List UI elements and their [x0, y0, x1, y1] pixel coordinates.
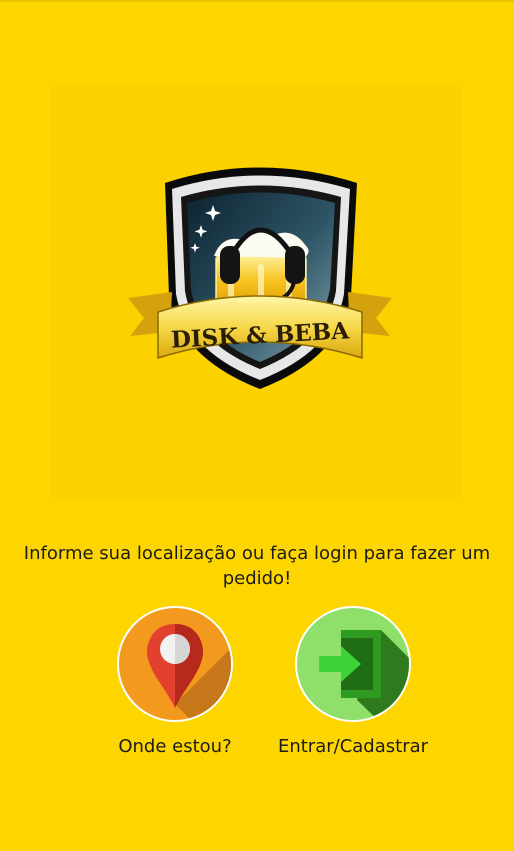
login-register-button[interactable]: Entrar/Cadastrar [273, 606, 433, 757]
login-circle[interactable] [295, 606, 411, 722]
location-circle[interactable] [117, 606, 233, 722]
location-login-prompt: Informe sua localização ou faça login pa… [23, 543, 491, 589]
login-arrow-icon [319, 630, 409, 720]
status-bar-edge [0, 0, 514, 2]
where-am-i-label: Onde estou? [118, 736, 232, 757]
location-pin-icon [147, 624, 231, 720]
where-am-i-button[interactable]: Onde estou? [95, 606, 255, 757]
login-register-label: Entrar/Cadastrar [277, 736, 429, 757]
beer-headset-shield-logo-icon: DISK & BEBA [128, 167, 392, 389]
app-logo: DISK & BEBA [50, 86, 462, 498]
